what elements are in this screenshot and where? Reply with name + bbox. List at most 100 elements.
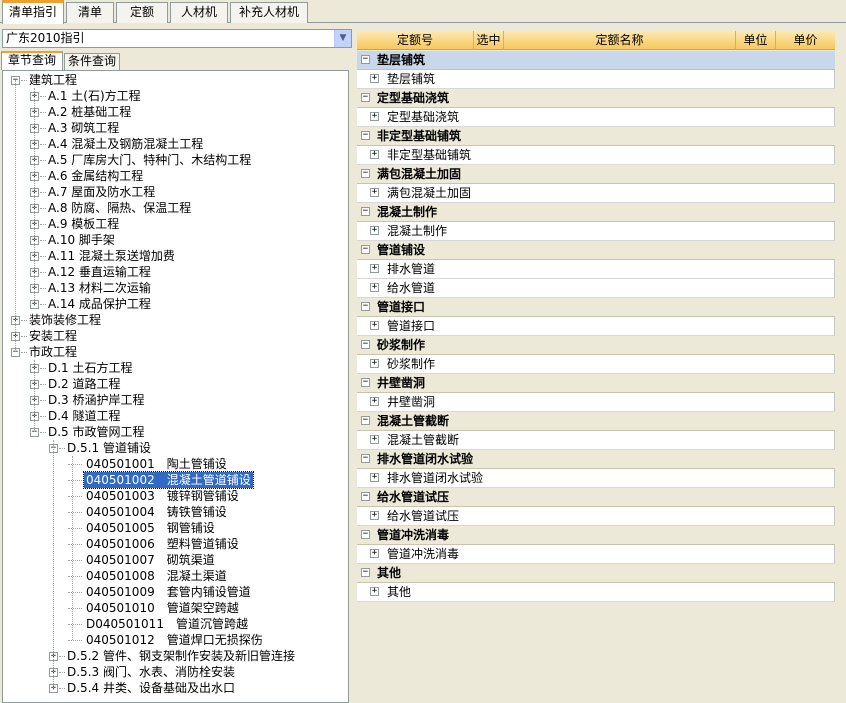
tree-node-label[interactable]: 市政工程 [27, 344, 79, 360]
grid-item-row[interactable]: + 满包混凝土加固 [357, 184, 835, 203]
tree-node[interactable]: + A.3 砌筑工程 [3, 120, 348, 136]
expand-icon[interactable]: + [370, 226, 379, 235]
tree-node-label[interactable]: A.14 成品保护工程 [46, 296, 153, 312]
grid-group-row[interactable]: − 定型基础浇筑 [357, 89, 835, 108]
collapse-icon[interactable]: − [361, 492, 370, 501]
tree-node[interactable]: + A.11 混凝土泵送增加费 [3, 248, 348, 264]
tree-node[interactable]: D040501011 管道沉管跨越 [3, 616, 348, 632]
tree-node-label[interactable]: A.7 屋面及防水工程 [46, 184, 157, 200]
expand-icon[interactable]: + [370, 283, 379, 292]
tree-node-label[interactable]: A.13 材料二次运输 [46, 280, 153, 296]
tree-node[interactable]: 040501002 混凝土管道铺设 [3, 471, 348, 489]
tree-node[interactable]: + D.5.4 井类、设备基础及出水口 [3, 680, 348, 696]
expand-icon[interactable]: + [370, 549, 379, 558]
grid-group-row[interactable]: − 砂浆制作 [357, 336, 835, 355]
tab-condition-query[interactable]: 条件查询 [64, 53, 120, 70]
tree-node[interactable]: + A.2 桩基础工程 [3, 104, 348, 120]
collapse-icon[interactable]: − [361, 55, 370, 64]
tree-node[interactable]: + A.10 脚手架 [3, 232, 348, 248]
tree-node-label[interactable]: A.9 模板工程 [46, 216, 121, 232]
grid-item-row[interactable]: + 排水管道闭水试验 [357, 469, 835, 488]
col-selected[interactable]: 选中 [474, 31, 504, 50]
tree-node-label[interactable]: D.5.2 管件、钢支架制作安装及新旧管连接 [65, 648, 297, 664]
grid-item-row[interactable]: + 排水管道 [357, 260, 835, 279]
collapse-icon[interactable]: − [361, 245, 370, 254]
tree-node-label[interactable]: A.3 砌筑工程 [46, 120, 121, 136]
tree-node-label[interactable]: 040501001 陶土管铺设 [84, 456, 229, 472]
expand-icon[interactable]: + [370, 359, 379, 368]
grid-group-row[interactable]: − 其他 [357, 564, 835, 583]
expand-icon[interactable]: + [370, 321, 379, 330]
tree-node-label[interactable]: D.3 桥涵护岸工程 [46, 392, 147, 408]
tree-node[interactable]: 040501007 砌筑渠道 [3, 552, 348, 568]
tree-node[interactable]: − 市政工程 [3, 344, 348, 360]
tree-node[interactable]: + A.4 混凝土及钢筋混凝土工程 [3, 136, 348, 152]
tree-node[interactable]: 040501010 管道架空跨越 [3, 600, 348, 616]
tree-node[interactable]: 040501012 管道焊口无损探伤 [3, 632, 348, 648]
tab-chapter-query[interactable]: 章节查询 [1, 51, 63, 70]
grid-group-row[interactable]: − 排水管道闭水试验 [357, 450, 835, 469]
tree-node[interactable]: + A.9 模板工程 [3, 216, 348, 232]
chevron-down-icon[interactable]: ▼ [334, 30, 351, 47]
tree-node[interactable]: − 建筑工程 [3, 72, 348, 88]
grid-item-row[interactable]: + 混凝土管截断 [357, 431, 835, 450]
tree-node-label[interactable]: D.5 市政管网工程 [46, 424, 147, 440]
tab-supplement-labor-material-machine[interactable]: 补充人材机 [230, 2, 308, 23]
expand-icon[interactable]: + [370, 397, 379, 406]
tree-node[interactable]: 040501003 镀锌钢管铺设 [3, 488, 348, 504]
tree-node-label[interactable]: A.12 垂直运输工程 [46, 264, 153, 280]
tree-node[interactable]: + D.4 隧道工程 [3, 408, 348, 424]
collapse-icon[interactable]: − [361, 131, 370, 140]
tree-node-label[interactable]: A.5 厂库房大门、特种门、木结构工程 [46, 152, 253, 168]
tree-node-label[interactable]: D.5.4 井类、设备基础及出水口 [65, 680, 237, 696]
tree-node-label[interactable]: A.8 防腐、隔热、保温工程 [46, 200, 193, 216]
tree-node-label[interactable]: 040501005 钢管铺设 [84, 520, 217, 536]
col-quota-no[interactable]: 定额号 [357, 31, 474, 50]
tree-node-label[interactable]: D.5.1 管道铺设 [65, 440, 153, 456]
tree-node-label[interactable]: 040501009 套管内铺设管道 [84, 584, 253, 600]
tree-node-label[interactable]: A.6 金属结构工程 [46, 168, 145, 184]
tree-node[interactable]: + 安装工程 [3, 328, 348, 344]
collapse-icon[interactable]: − [361, 340, 370, 349]
tree-node[interactable]: − D.5 市政管网工程 [3, 424, 348, 440]
tree-node[interactable]: + D.3 桥涵护岸工程 [3, 392, 348, 408]
tree-node[interactable]: 040501001 陶土管铺设 [3, 456, 348, 472]
collapse-icon[interactable]: − [361, 302, 370, 311]
tree-node[interactable]: + D.5.2 管件、钢支架制作安装及新旧管连接 [3, 648, 348, 664]
grid-item-row[interactable]: + 混凝土制作 [357, 222, 835, 241]
grid-group-row[interactable]: − 井壁凿洞 [357, 374, 835, 393]
grid-item-row[interactable]: + 其他 [357, 583, 835, 602]
grid-item-row[interactable]: + 定型基础浇筑 [357, 108, 835, 127]
tree-node-label[interactable]: D.5.3 阀门、水表、消防栓安装 [65, 664, 237, 680]
tree-node-label[interactable]: 建筑工程 [27, 72, 79, 88]
collapse-icon[interactable]: − [361, 207, 370, 216]
tree-node-label[interactable]: 040501003 镀锌钢管铺设 [84, 488, 241, 504]
grid-item-row[interactable]: + 管道接口 [357, 317, 835, 336]
tree-node-label[interactable]: 装饰装修工程 [27, 312, 103, 328]
tree-node[interactable]: + A.14 成品保护工程 [3, 296, 348, 312]
grid-group-row[interactable]: − 管道铺设 [357, 241, 835, 260]
expand-icon[interactable]: + [370, 435, 379, 444]
expand-icon[interactable]: + [370, 112, 379, 121]
tree-node-label[interactable]: A.2 桩基础工程 [46, 104, 133, 120]
tree-node-label-selected[interactable]: 040501002 混凝土管道铺设 [83, 471, 254, 489]
collapse-icon[interactable]: − [361, 378, 370, 387]
guide-select[interactable]: 广东2010指引 ▼ [2, 29, 352, 48]
tree-node-label[interactable]: D.4 隧道工程 [46, 408, 123, 424]
expand-icon[interactable]: + [370, 150, 379, 159]
tree-node[interactable]: + A.1 土(石)方工程 [3, 88, 348, 104]
tree-node[interactable]: 040501009 套管内铺设管道 [3, 584, 348, 600]
collapse-icon[interactable]: − [361, 416, 370, 425]
tab-bill-guide[interactable]: 清单指引 [2, 0, 64, 24]
tree-node-label[interactable]: A.11 混凝土泵送增加费 [46, 248, 177, 264]
tree-node-label[interactable]: D.1 土石方工程 [46, 360, 135, 376]
tree-node[interactable]: + A.8 防腐、隔热、保温工程 [3, 200, 348, 216]
grid-item-row[interactable]: + 给水管道试压 [357, 507, 835, 526]
collapse-icon[interactable]: − [361, 530, 370, 539]
collapse-icon[interactable]: − [361, 169, 370, 178]
grid-group-row[interactable]: − 管道冲洗消毒 [357, 526, 835, 545]
tree-node-label[interactable]: 040501007 砌筑渠道 [84, 552, 217, 568]
tree-node-label[interactable]: D.2 道路工程 [46, 376, 123, 392]
tree-node[interactable]: + A.7 屋面及防水工程 [3, 184, 348, 200]
grid-group-row[interactable]: − 混凝土管截断 [357, 412, 835, 431]
